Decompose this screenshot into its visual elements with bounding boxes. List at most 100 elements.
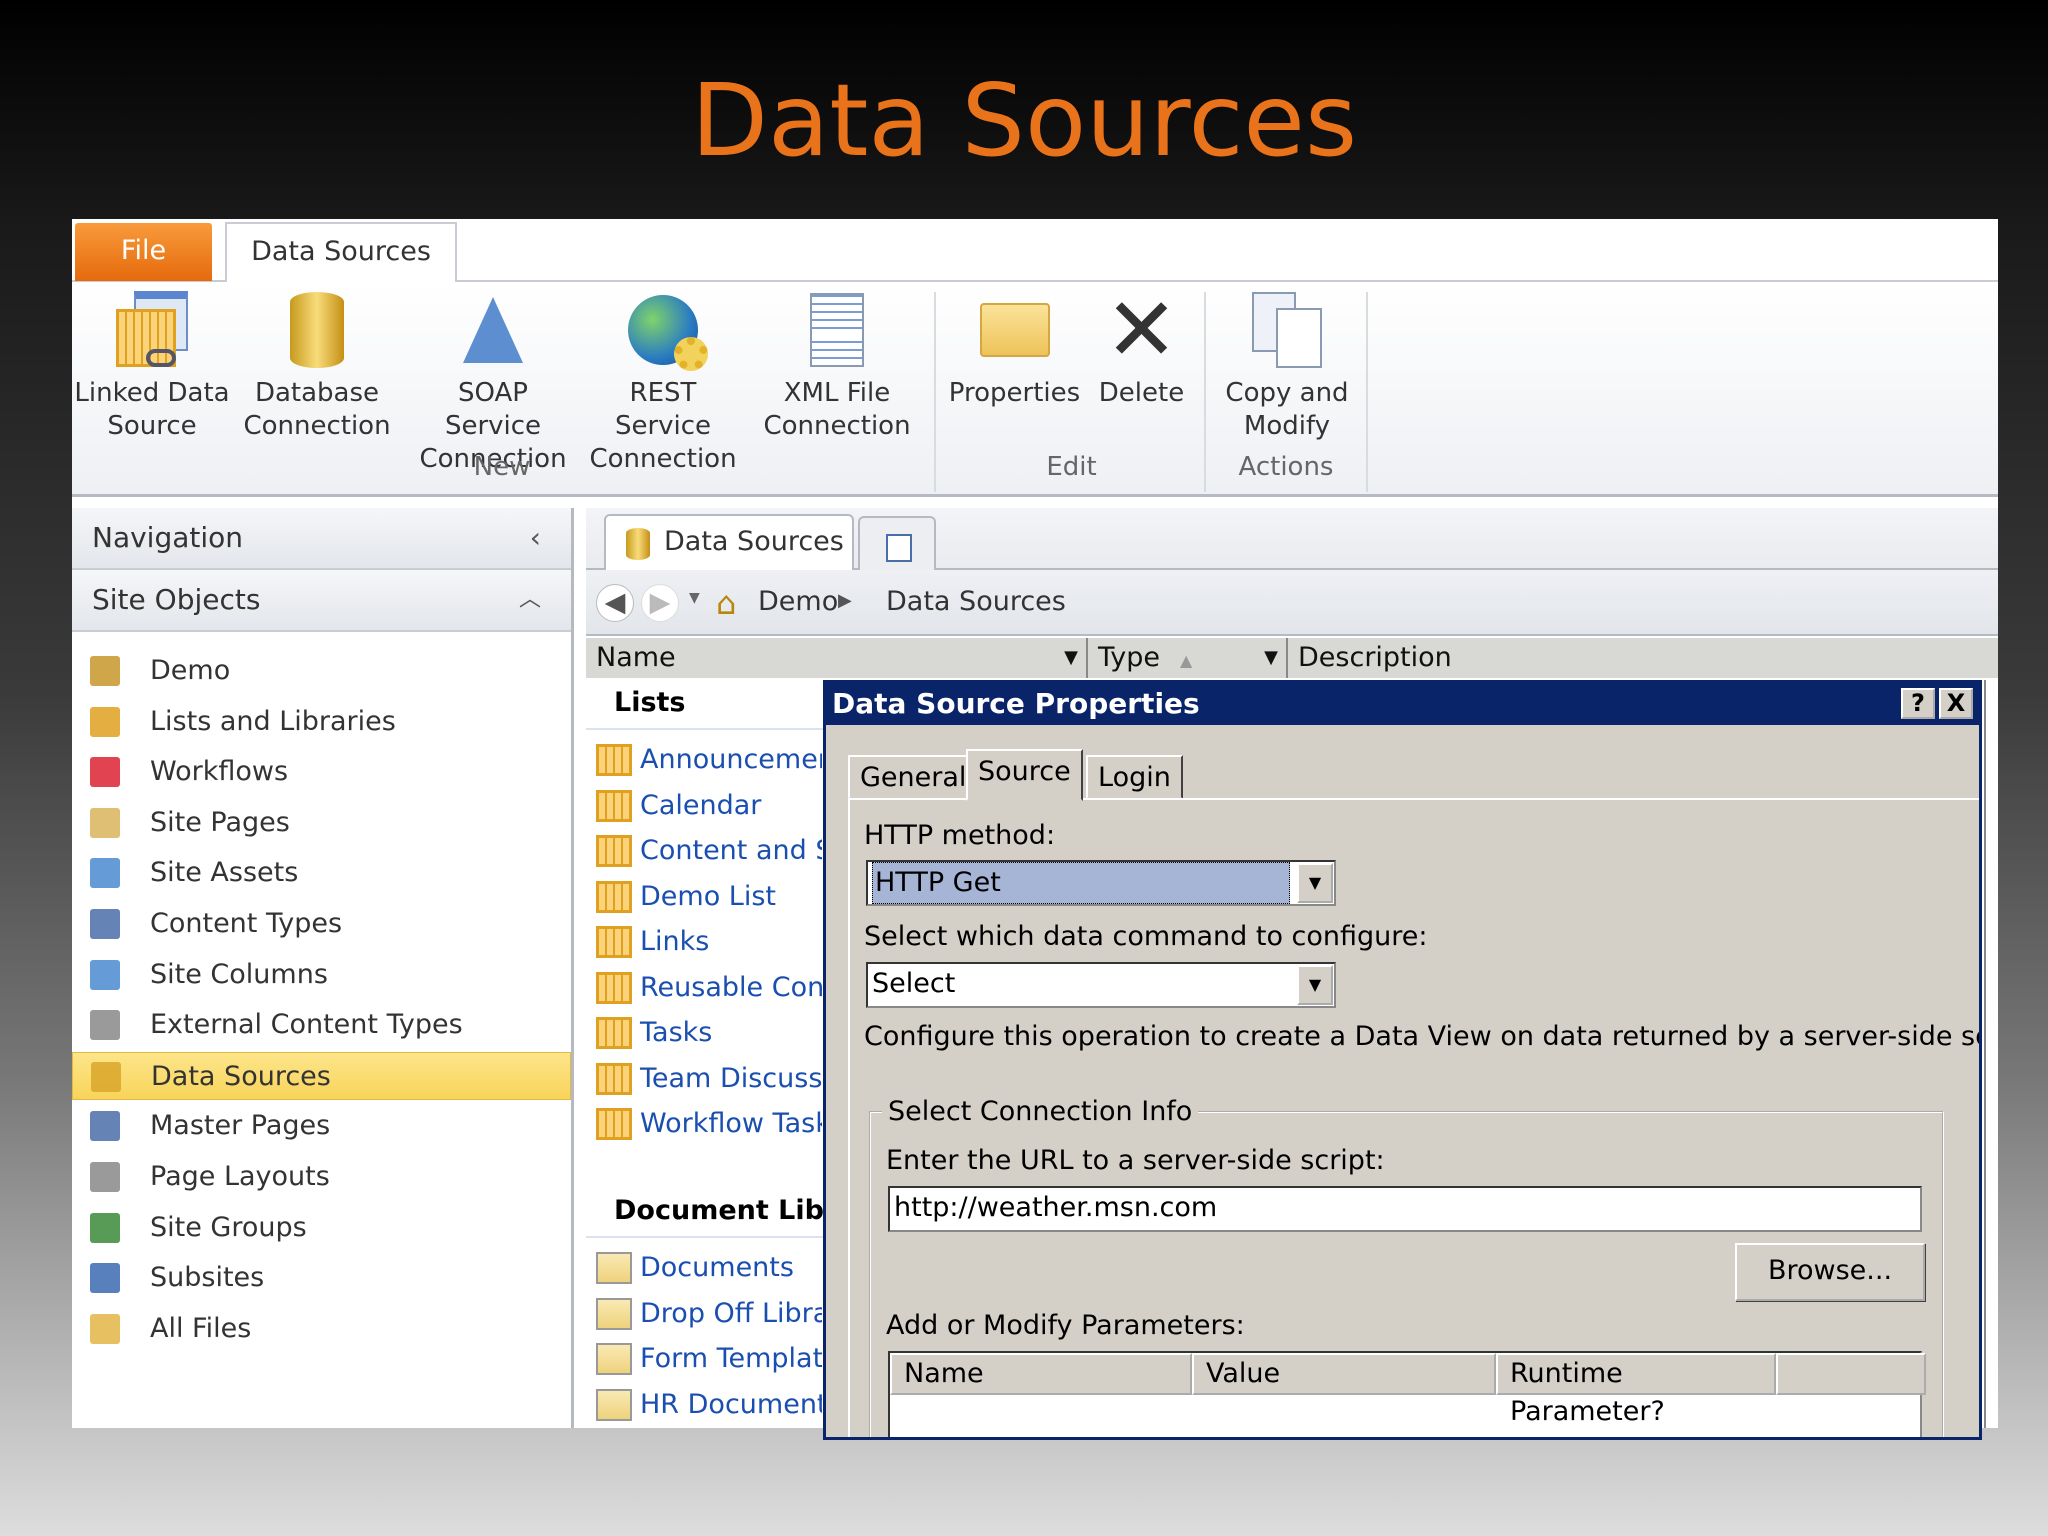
breadcrumb-data-sources[interactable]: Data Sources	[886, 586, 1066, 617]
folder-icon	[90, 1313, 120, 1344]
sidebar-item-page-layouts[interactable]: Page Layouts	[72, 1153, 571, 1201]
tab-label: Data Sources	[664, 526, 844, 557]
delete-x-icon: ✕	[1104, 277, 1179, 381]
breadcrumb-demo[interactable]: Demo	[758, 586, 838, 617]
button-label: REST Service	[614, 378, 712, 441]
sidebar-item-workflows[interactable]: Workflows	[72, 748, 571, 796]
list-link[interactable]: Demo List	[596, 877, 822, 917]
sidebar-item-data-sources[interactable]: Data Sources	[72, 1051, 571, 1100]
column-label: Description	[1298, 642, 1452, 673]
list-link[interactable]: Content and St	[596, 831, 822, 871]
database-icon	[91, 1061, 121, 1092]
parameters-table: Name Value Runtime Parameter?	[888, 1351, 1926, 1437]
forward-button[interactable]: ▶	[641, 584, 679, 622]
sidebar-item-demo[interactable]: Demo	[72, 647, 571, 695]
help-button[interactable]: ?	[1901, 688, 1935, 719]
file-tab[interactable]: File	[75, 223, 212, 281]
filter-dropdown-icon[interactable]: ▼	[1064, 638, 1078, 678]
sidebar-item-label: Page Layouts	[150, 1161, 330, 1192]
tab-data-sources-doc[interactable]: Data Sources	[604, 514, 854, 572]
selected-value: Select	[872, 968, 956, 999]
param-runtime-header[interactable]: Runtime Parameter?	[1496, 1353, 1776, 1427]
sidebar-item-lists-and-libraries[interactable]: Lists and Libraries	[72, 698, 571, 746]
linked-data-source-button[interactable]: Linked Data Source	[72, 282, 232, 447]
delete-button[interactable]: ✕ Delete	[1084, 282, 1199, 447]
list-link[interactable]: Workflow Task	[596, 1104, 822, 1144]
column-type-header[interactable]: Type ▲ ▼	[1090, 638, 1288, 678]
soap-service-connection-button[interactable]: SOAP Service Connection	[412, 282, 574, 474]
document-library-link[interactable]: Form Template	[596, 1339, 822, 1379]
list-label: Announcement	[640, 744, 822, 775]
library-label: Drop Off Librar	[640, 1297, 822, 1329]
list-icon	[596, 1017, 632, 1049]
list-icon	[596, 971, 632, 1004]
group-label-actions: Actions	[1238, 452, 1334, 482]
list-label: Demo List	[640, 880, 777, 912]
history-dropdown-icon[interactable]: ▼	[689, 590, 700, 606]
collapse-chevron-icon[interactable]: ‹	[530, 508, 541, 568]
sidebar-item-label: Site Pages	[150, 806, 290, 838]
filter-dropdown-icon[interactable]: ▼	[1264, 638, 1278, 678]
tab-general[interactable]: General	[848, 755, 979, 799]
url-input[interactable]: http://weather.msn.com	[888, 1186, 1922, 1232]
dropdown-arrow-icon[interactable]: ▼	[1297, 965, 1333, 1005]
ribbon-tab-row: File Data Sources	[72, 219, 1998, 284]
library-label: Documents	[640, 1252, 794, 1283]
database-connection-button[interactable]: Database Connection	[237, 282, 397, 447]
sidebar-item-label: Site Columns	[150, 958, 328, 990]
sidebar-item-master-pages[interactable]: Master Pages	[72, 1102, 571, 1150]
list-label: Workflow Task	[640, 1108, 822, 1139]
sidebar-item-site-columns[interactable]: Site Columns	[72, 951, 571, 999]
xml-file-connection-button[interactable]: XML File Connection	[762, 282, 912, 447]
param-name-header[interactable]: Name	[890, 1353, 1192, 1395]
button-label: Copy and	[1225, 378, 1349, 408]
browse-button[interactable]: Browse...	[1735, 1243, 1925, 1301]
sidebar-item-label: Demo	[150, 655, 231, 686]
list-link[interactable]: Tasks	[596, 1013, 822, 1053]
list-link[interactable]: Announcement	[596, 740, 822, 780]
button-label: Modify	[1243, 411, 1331, 441]
copy-documents-icon	[1252, 291, 1322, 368]
copy-and-modify-button[interactable]: Copy and Modify	[1212, 282, 1362, 447]
properties-button[interactable]: Properties	[947, 282, 1082, 447]
sidebar-item-label: Site Groups	[150, 1211, 307, 1243]
group-label-new: New	[473, 452, 531, 482]
close-button[interactable]: X	[1939, 688, 1973, 719]
library-label: HR Documents	[640, 1388, 822, 1420]
sidebar-item-subsites[interactable]: Subsites	[72, 1254, 571, 1302]
sidebar-item-external-content-types[interactable]: External Content Types	[72, 1001, 571, 1049]
workflow-icon	[90, 757, 120, 788]
data-command-select[interactable]: Select ▼	[866, 962, 1336, 1008]
back-button[interactable]: ◀	[596, 584, 634, 622]
param-value-header[interactable]: Value	[1192, 1353, 1496, 1395]
document-library-link[interactable]: Documents	[596, 1248, 822, 1288]
document-library-link[interactable]: HR Documents	[596, 1385, 822, 1425]
database-icon	[626, 528, 650, 560]
list-link[interactable]: Links	[596, 922, 822, 962]
http-method-select[interactable]: HTTP Get ▼	[866, 860, 1336, 906]
dropdown-arrow-icon[interactable]: ▼	[1297, 863, 1333, 903]
column-description-header[interactable]: Description	[1290, 638, 1890, 678]
tab-login[interactable]: Login	[1086, 755, 1183, 799]
site-assets-icon	[90, 858, 120, 889]
tab-source[interactable]: Source	[966, 749, 1083, 801]
new-tab-button[interactable]	[858, 516, 936, 570]
sidebar-item-content-types[interactable]: Content Types	[72, 900, 571, 948]
sidebar-item-all-files[interactable]: All Files	[72, 1305, 571, 1353]
http-method-label: HTTP method:	[864, 820, 1056, 851]
sidebar-item-site-pages[interactable]: Site Pages	[72, 799, 571, 847]
list-link[interactable]: Reusable Cont	[596, 968, 822, 1008]
column-name-header[interactable]: Name ▼	[588, 638, 1088, 678]
list-link[interactable]: Team Discussic	[596, 1059, 822, 1099]
document-library-link[interactable]: Drop Off Librar	[596, 1294, 822, 1334]
site-objects-header[interactable]: Site Objects ︿	[72, 570, 571, 632]
rest-service-connection-button[interactable]: REST Service Connection	[582, 282, 744, 474]
list-link[interactable]: Calendar	[596, 786, 822, 826]
ribbon: Linked Data Source Database Connection SOA…	[72, 282, 1998, 497]
site-objects-title: Site Objects	[92, 583, 261, 616]
group-separator	[1366, 292, 1368, 492]
sidebar-item-site-groups[interactable]: Site Groups	[72, 1204, 571, 1252]
sidebar-item-site-assets[interactable]: Site Assets	[72, 849, 571, 897]
chevron-up-icon[interactable]: ︿	[519, 570, 541, 630]
tab-data-sources[interactable]: Data Sources	[225, 222, 457, 284]
